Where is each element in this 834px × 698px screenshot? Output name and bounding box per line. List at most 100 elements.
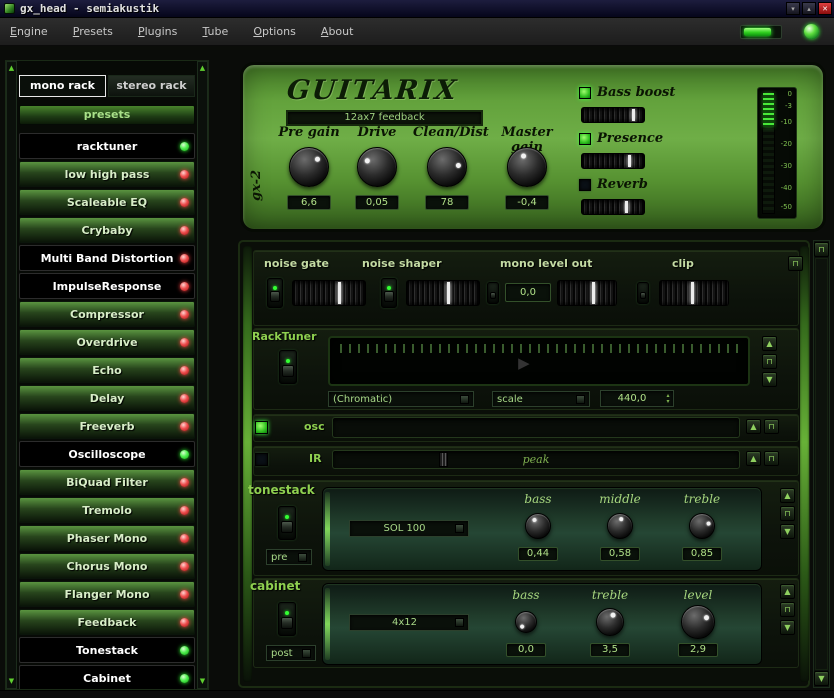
sidebar-item-impulseresponse[interactable]: ImpulseResponse [19, 273, 195, 299]
detach-pin-icon[interactable]: ⊓ [788, 256, 803, 271]
sidebar-item-racktuner[interactable]: racktuner [19, 133, 195, 159]
cabinet-treble-knob[interactable] [596, 608, 624, 636]
tab-stereo-rack[interactable]: stereo rack [108, 75, 195, 97]
tonestack-middle-value[interactable]: 0,58 [600, 547, 640, 561]
tube-select[interactable]: 12ax7 feedback [286, 110, 483, 126]
cabinet-treble-value[interactable]: 3,5 [590, 643, 630, 657]
reference-pitch-spinbox[interactable]: 440,0 ▴ ▾ [600, 390, 674, 407]
menu-about[interactable]: About [311, 18, 364, 46]
plugin-led[interactable] [180, 309, 189, 319]
cabinet-toggle[interactable] [278, 602, 296, 636]
drive-knob[interactable] [357, 147, 397, 187]
ir-checkbox[interactable] [255, 453, 268, 466]
sidebar-item-scaleable-eq[interactable]: Scaleable EQ [19, 189, 195, 215]
plugin-led[interactable] [180, 141, 189, 151]
plugin-led[interactable] [180, 589, 189, 599]
tonestack-model-select[interactable]: SOL 100 [349, 520, 469, 537]
detach-pin-icon[interactable]: ⊓ [762, 354, 777, 369]
mono-level-out-slider[interactable] [557, 280, 617, 306]
tuner-scale-select[interactable]: scale [492, 391, 590, 407]
scroll-up-icon[interactable]: ▲ [200, 65, 205, 72]
tonestack-middle-knob[interactable] [607, 513, 633, 539]
detach-pin-icon[interactable]: ⊓ [764, 451, 779, 466]
sidebar-item-oscilloscope[interactable]: Oscilloscope [19, 441, 195, 467]
sidebar-item-tremolo[interactable]: Tremolo [19, 497, 195, 523]
plugin-led[interactable] [180, 673, 189, 683]
presence-checkbox[interactable] [579, 132, 591, 145]
pre-gain-knob[interactable] [289, 147, 329, 187]
collapse-up-icon[interactable]: ▲ [746, 451, 761, 466]
cabinet-level-value[interactable]: 2,9 [678, 643, 718, 657]
plugin-led[interactable] [180, 337, 189, 347]
presence-slider[interactable] [581, 153, 645, 169]
plugin-led[interactable] [180, 505, 189, 515]
plugin-led[interactable] [180, 421, 189, 431]
pre-gain-value[interactable]: 6,6 [287, 195, 331, 210]
move-down-icon[interactable]: ▼ [762, 372, 777, 387]
sidebar-item-low-high-pass[interactable]: low high pass [19, 161, 195, 187]
sidebar-item-multi-band-distortion[interactable]: Multi Band Distortion [19, 245, 195, 271]
sidebar-scrollbar-right[interactable]: ▲ ▼ [197, 61, 208, 689]
cabinet-model-select[interactable]: 4x12 [349, 614, 469, 631]
tonestack-bass-knob[interactable] [525, 513, 551, 539]
sidebar-item-flanger-mono[interactable]: Flanger Mono [19, 581, 195, 607]
sidebar-item-cabinet[interactable]: Cabinet [19, 665, 195, 689]
cabinet-routing-select[interactable]: post [266, 645, 316, 661]
mono-level-out-toggle[interactable] [487, 282, 499, 304]
sidebar-item-overdrive[interactable]: Overdrive [19, 329, 195, 355]
collapse-up-icon[interactable]: ▲ [746, 419, 761, 434]
bass-boost-checkbox[interactable] [579, 86, 591, 99]
osc-checkbox[interactable] [255, 421, 268, 434]
tuner-mode-select[interactable]: (Chromatic) [328, 391, 474, 407]
plugin-led[interactable] [180, 169, 189, 179]
menu-engine[interactable]: Engine [0, 18, 58, 46]
noise-shaper-slider[interactable] [406, 280, 480, 306]
clip-toggle[interactable] [637, 282, 649, 304]
plugin-led[interactable] [180, 449, 189, 459]
tab-mono-rack[interactable]: mono rack [19, 75, 106, 97]
plugin-led[interactable] [180, 365, 189, 375]
clean-dist-value[interactable]: 78 [425, 195, 469, 210]
sidebar-scrollbar-left[interactable]: ▲ ▼ [6, 61, 17, 689]
collapse-up-icon[interactable]: ▲ [780, 584, 795, 599]
cabinet-bass-knob[interactable] [515, 611, 537, 633]
tonestack-treble-knob[interactable] [689, 513, 715, 539]
scroll-up-icon[interactable]: ▲ [9, 65, 14, 72]
plugin-led[interactable] [180, 533, 189, 543]
plugin-led[interactable] [180, 197, 189, 207]
plugin-led[interactable] [180, 225, 189, 235]
plugin-led[interactable] [180, 561, 189, 571]
cabinet-level-knob[interactable] [681, 605, 715, 639]
tonestack-routing-select[interactable]: pre [266, 549, 312, 565]
plugin-led[interactable] [180, 477, 189, 487]
plugin-led[interactable] [180, 617, 189, 627]
sidebar-item-chorus-mono[interactable]: Chorus Mono [19, 553, 195, 579]
sidebar-item-phaser-mono[interactable]: Phaser Mono [19, 525, 195, 551]
close-button[interactable]: ✕ [818, 2, 832, 15]
rack-scrollbar[interactable]: ⊓ ▼ [813, 240, 830, 688]
reverb-checkbox[interactable] [579, 178, 591, 191]
noise-gate-toggle[interactable] [267, 278, 283, 308]
detach-pin-icon[interactable]: ⊓ [814, 242, 829, 257]
tonestack-bass-value[interactable]: 0,44 [518, 547, 558, 561]
sidebar-item-delay[interactable]: Delay [19, 385, 195, 411]
move-down-icon[interactable]: ▼ [780, 620, 795, 635]
noise-shaper-toggle[interactable] [381, 278, 397, 308]
plugin-led[interactable] [180, 281, 189, 291]
menu-tube[interactable]: Tube [192, 18, 238, 46]
drive-value[interactable]: 0,05 [355, 195, 399, 210]
plugin-led[interactable] [180, 393, 189, 403]
detach-pin-icon[interactable]: ⊓ [780, 506, 795, 521]
power-orb[interactable] [804, 24, 819, 39]
bass-boost-slider[interactable] [581, 107, 645, 123]
noise-gate-slider[interactable] [292, 280, 366, 306]
scroll-down-icon[interactable]: ▼ [814, 671, 829, 686]
master-gain-value[interactable]: -0,4 [505, 195, 549, 210]
clip-slider[interactable] [659, 280, 729, 306]
sidebar-item-feedback[interactable]: Feedback [19, 609, 195, 635]
collapse-up-icon[interactable]: ▲ [780, 488, 795, 503]
spin-arrows[interactable]: ▴ ▾ [663, 392, 673, 405]
move-down-icon[interactable]: ▼ [780, 524, 795, 539]
ir-peak-slider[interactable]: peak [332, 450, 740, 469]
sidebar-item-biquad-filter[interactable]: BiQuad Filter [19, 469, 195, 495]
